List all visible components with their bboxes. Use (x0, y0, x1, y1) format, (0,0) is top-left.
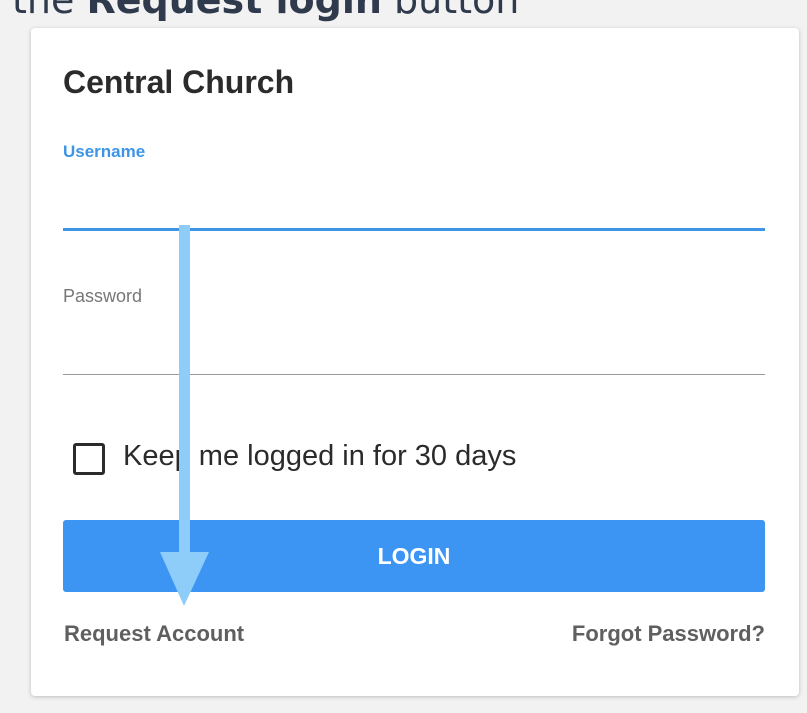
keep-logged-in-checkbox[interactable] (73, 443, 105, 475)
password-input[interactable] (63, 324, 765, 375)
caption-bold: Request login (86, 0, 382, 22)
caption-suffix: button (381, 0, 520, 22)
page-title: Central Church (63, 64, 295, 100)
request-account-link[interactable]: Request Account (64, 621, 244, 647)
forgot-password-link[interactable]: Forgot Password? (572, 621, 765, 647)
password-label: Password (63, 286, 143, 306)
caption-prefix: the (12, 0, 87, 22)
username-input[interactable] (63, 178, 765, 231)
keep-logged-in-label[interactable]: Keep me logged in for 30 days (123, 440, 516, 473)
login-card: Central Church Username Password Keep me… (31, 28, 799, 696)
login-button[interactable]: LOGIN (63, 520, 765, 592)
username-label: Username (63, 142, 146, 161)
instruction-caption: the Request login button (12, 0, 519, 22)
